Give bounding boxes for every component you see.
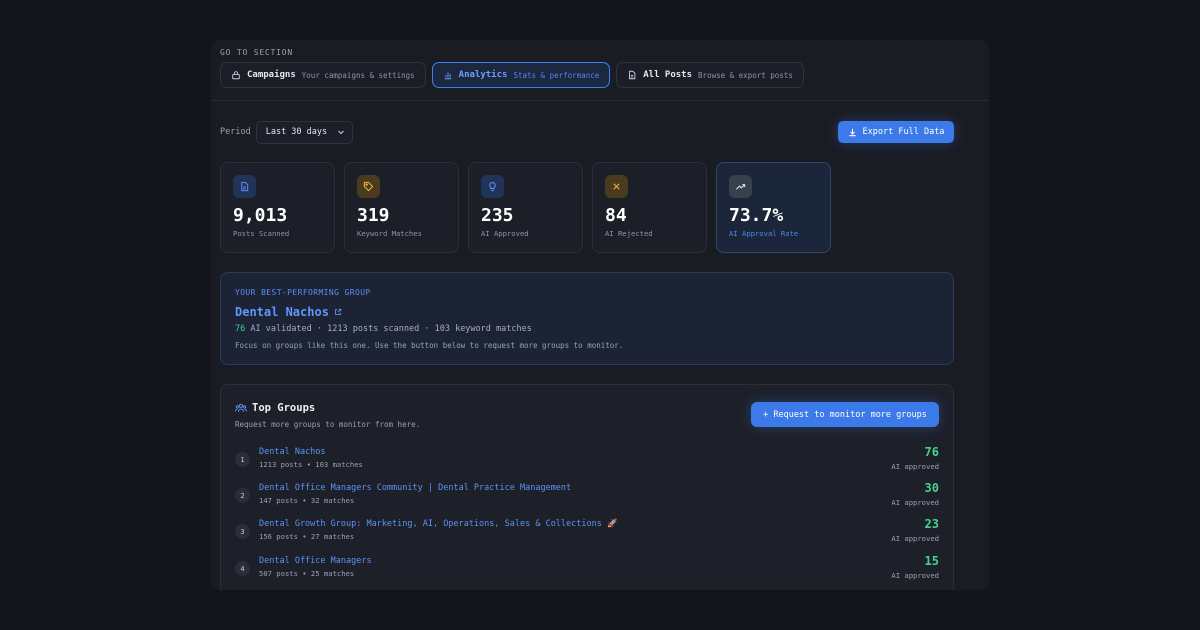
tab-campaigns[interactable]: Campaigns Your campaigns & settings bbox=[220, 62, 426, 88]
trend-up-icon bbox=[736, 184, 746, 190]
stat-label: Posts Scanned bbox=[233, 229, 290, 238]
section-tabs: Campaigns Your campaigns & settings Anal… bbox=[220, 62, 980, 88]
best-group-link[interactable]: Dental Nachos bbox=[235, 305, 939, 319]
stat-card-ai-approved: 235 AI Approved bbox=[468, 162, 583, 253]
tab-analytics-label: Analytics bbox=[458, 70, 508, 80]
group-approved-count: 23 bbox=[924, 517, 939, 531]
group-approved-label: AI approved bbox=[891, 498, 939, 507]
stat-label: Keyword Matches bbox=[357, 229, 422, 238]
group-rank-badge: 4 bbox=[235, 561, 250, 576]
lock-icon bbox=[232, 71, 240, 80]
stat-value: 235 bbox=[481, 205, 514, 226]
group-approved-count: 15 bbox=[924, 554, 939, 568]
period-select-value: Last 30 days bbox=[265, 127, 328, 137]
tab-analytics[interactable]: Analytics Stats & performance bbox=[431, 62, 611, 88]
top-groups-title-row: Top Groups bbox=[235, 402, 420, 414]
x-icon bbox=[613, 183, 620, 190]
section-nav: GO TO SECTION Campaigns Your campaigns &… bbox=[211, 40, 989, 101]
stat-icon-wrap bbox=[357, 175, 380, 198]
stat-value: 73.7% bbox=[729, 205, 784, 226]
group-name-link[interactable]: Dental Office Managers Community | Denta… bbox=[259, 483, 571, 493]
export-full-data-label: Export Full Data bbox=[862, 127, 945, 137]
best-group-meta-text: AI validated · 1213 posts scanned · 103 … bbox=[250, 324, 532, 334]
section-nav-heading: GO TO SECTION bbox=[220, 48, 294, 57]
top-group-row: 2 Dental Office Managers Community | Den… bbox=[235, 481, 939, 515]
group-meta: 147 posts • 32 matches bbox=[259, 496, 355, 505]
tab-all-posts[interactable]: All Posts Browse & export posts bbox=[616, 62, 804, 88]
top-group-row: 1 Dental Nachos 1213 posts • 103 matches… bbox=[235, 445, 939, 479]
stat-card-keyword-matches: 319 Keyword Matches bbox=[344, 162, 459, 253]
group-approved-count: 30 bbox=[924, 481, 939, 495]
stat-value: 9,013 bbox=[233, 205, 288, 226]
group-meta: 1213 posts • 103 matches bbox=[259, 460, 363, 469]
tab-analytics-subtitle: Stats & performance bbox=[513, 70, 600, 80]
tab-all-posts-subtitle: Browse & export posts bbox=[698, 70, 793, 80]
stat-value: 84 bbox=[605, 205, 627, 226]
lightbulb-icon bbox=[489, 182, 496, 192]
document-icon bbox=[241, 181, 249, 192]
group-name-link[interactable]: Dental Office Managers bbox=[259, 556, 372, 566]
group-meta: 156 posts • 27 matches bbox=[259, 532, 355, 541]
group-rank-badge: 2 bbox=[235, 488, 250, 503]
top-groups-title: Top Groups bbox=[252, 402, 316, 414]
group-name-link[interactable]: Dental Growth Group: Marketing, AI, Oper… bbox=[259, 519, 618, 529]
export-full-data-button[interactable]: Export Full Data bbox=[838, 121, 954, 143]
chevron-down-icon bbox=[338, 130, 345, 135]
stat-card-ai-rejected: 84 AI Rejected bbox=[592, 162, 707, 253]
top-groups-header: Top Groups Request more groups to monito… bbox=[235, 402, 420, 429]
stat-icon-wrap bbox=[729, 175, 752, 198]
group-name-link[interactable]: Dental Nachos bbox=[259, 447, 326, 457]
download-icon bbox=[848, 128, 856, 136]
tab-all-posts-label: All Posts bbox=[643, 70, 693, 80]
best-group-meta: 76 AI validated · 1213 posts scanned · 1… bbox=[235, 324, 939, 334]
best-group-name: Dental Nachos bbox=[235, 305, 329, 319]
period-select[interactable]: Last 30 days bbox=[255, 120, 354, 144]
stat-card-ai-approval-rate: 73.7% AI Approval Rate bbox=[716, 162, 831, 253]
top-group-row: 4 Dental Office Managers 507 posts • 25 … bbox=[235, 554, 939, 588]
top-group-row: 3 Dental Growth Group: Marketing, AI, Op… bbox=[235, 517, 939, 551]
stat-value: 319 bbox=[357, 205, 390, 226]
analytics-toolbar: Period Last 30 days Export Full Data bbox=[220, 120, 954, 144]
best-group-card: YOUR BEST-PERFORMING GROUP Dental Nachos… bbox=[220, 272, 954, 365]
document-icon bbox=[629, 70, 636, 80]
external-link-icon bbox=[335, 308, 342, 315]
tab-campaigns-subtitle: Your campaigns & settings bbox=[301, 70, 415, 80]
group-approved-label: AI approved bbox=[891, 534, 939, 543]
analytics-panel: GO TO SECTION Campaigns Your campaigns &… bbox=[211, 40, 989, 590]
best-group-eyebrow: YOUR BEST-PERFORMING GROUP bbox=[235, 288, 371, 297]
group-approved-label: AI approved bbox=[891, 571, 939, 580]
group-rank-badge: 1 bbox=[235, 452, 250, 467]
stat-icon-wrap bbox=[605, 175, 628, 198]
tag-icon bbox=[363, 181, 374, 192]
best-group-validated-count: 76 bbox=[235, 324, 246, 334]
group-rank-badge: 3 bbox=[235, 524, 250, 539]
stat-label: AI Rejected bbox=[605, 229, 653, 238]
bar-chart-icon bbox=[444, 72, 452, 80]
stat-label: AI Approved bbox=[481, 229, 529, 238]
top-groups-subtitle: Request more groups to monitor from here… bbox=[235, 420, 421, 429]
stat-icon-wrap bbox=[481, 175, 504, 198]
group-approved-label: AI approved bbox=[891, 462, 939, 471]
best-group-note: Focus on groups like this one. Use the b… bbox=[235, 341, 624, 350]
stat-icon-wrap bbox=[233, 175, 256, 198]
top-groups-card: Top Groups Request more groups to monito… bbox=[220, 384, 954, 590]
tab-campaigns-label: Campaigns bbox=[247, 70, 296, 80]
stat-card-posts-scanned: 9,013 Posts Scanned bbox=[220, 162, 335, 253]
users-icon bbox=[235, 403, 247, 412]
group-approved-count: 76 bbox=[924, 445, 939, 459]
period-label: Period bbox=[220, 127, 251, 137]
request-more-groups-button[interactable]: + Request to monitor more groups bbox=[751, 402, 939, 427]
group-meta: 507 posts • 25 matches bbox=[259, 569, 355, 578]
stats-row: 9,013 Posts Scanned 319 Keyword Matches … bbox=[220, 162, 831, 253]
stat-label: AI Approval Rate bbox=[729, 229, 799, 238]
